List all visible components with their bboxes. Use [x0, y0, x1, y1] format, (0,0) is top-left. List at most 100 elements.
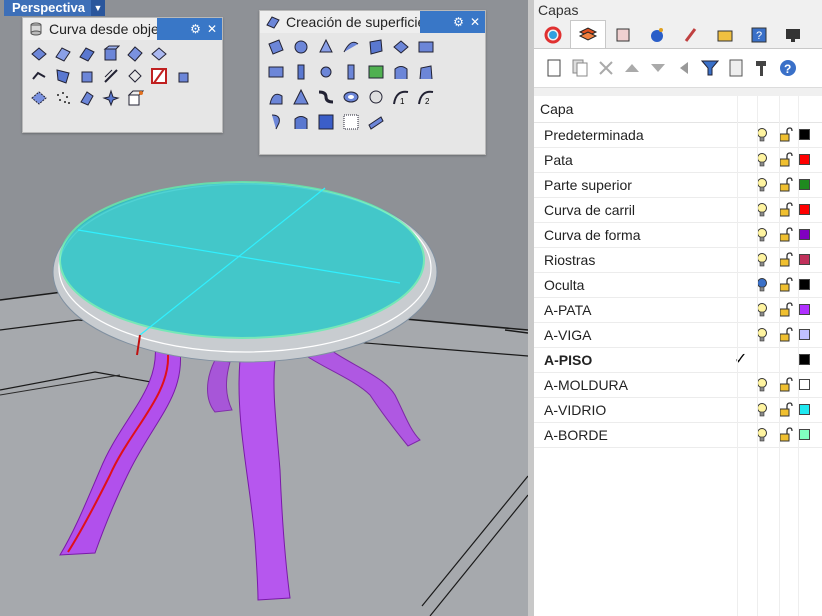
point-surface-icon[interactable] [341, 112, 361, 132]
point-grid-icon[interactable] [29, 88, 49, 108]
unlock-icon[interactable] [779, 252, 793, 268]
hammer-icon[interactable] [752, 58, 772, 78]
unlock-icon[interactable] [779, 177, 793, 193]
svg-text:?: ? [784, 62, 791, 76]
revolve-icon[interactable] [341, 62, 361, 82]
unlock-icon[interactable] [779, 277, 793, 293]
cube-tool-icon[interactable] [125, 88, 145, 108]
layer-color-swatch[interactable] [799, 379, 810, 390]
section-icon[interactable] [125, 66, 145, 86]
blend-icon[interactable] [53, 66, 73, 86]
cone-surface-icon[interactable] [291, 87, 311, 107]
fin-surface-icon[interactable] [291, 112, 311, 132]
toolbar-header[interactable]: Curva desde objetos ⚙ ✕ [23, 18, 222, 40]
filter-icon[interactable] [700, 58, 720, 78]
display-icon[interactable] [776, 22, 810, 48]
rectangle-plane-icon[interactable] [416, 37, 436, 57]
surface-curve-icon[interactable] [125, 44, 145, 64]
current-layer-check-icon[interactable]: ✓ [734, 349, 747, 369]
point-cloud-icon[interactable] [53, 88, 73, 108]
drape-icon[interactable] [366, 87, 386, 107]
close-icon[interactable]: ✕ [207, 23, 217, 35]
layer-color-swatch[interactable] [799, 129, 810, 140]
gradient-surface-icon[interactable] [366, 62, 386, 82]
box-edge-icon[interactable] [101, 44, 121, 64]
document-icon[interactable] [726, 58, 746, 78]
loft-icon[interactable] [316, 62, 336, 82]
copy-layer-icon[interactable] [570, 58, 590, 78]
sweep2-icon[interactable] [416, 62, 436, 82]
sphere-patch-icon[interactable] [291, 37, 311, 57]
unlock-icon[interactable] [779, 227, 793, 243]
properties-icon[interactable] [606, 22, 640, 48]
layer-color-swatch[interactable] [799, 329, 810, 340]
torus-icon[interactable] [341, 87, 361, 107]
sweep-icon[interactable] [391, 62, 411, 82]
toolbar-title: Creación de superficies [286, 14, 433, 30]
render-icon[interactable] [640, 22, 674, 48]
move-up-icon[interactable] [622, 58, 642, 78]
unlock-icon[interactable] [779, 377, 793, 393]
viewport-menu-arrow[interactable]: ▼ [91, 0, 105, 16]
gear-icon[interactable]: ⚙ [453, 16, 464, 28]
blend-surface-2-icon[interactable]: 2 [416, 87, 436, 107]
help-icon[interactable]: ? [778, 58, 798, 78]
layer-color-swatch[interactable] [799, 304, 810, 315]
color-wheel-icon[interactable] [536, 22, 570, 48]
layer-color-swatch[interactable] [799, 354, 810, 365]
heightfield-icon[interactable] [266, 112, 286, 132]
toolbar-header[interactable]: Creación de superficies ⚙ ✕ [260, 11, 485, 33]
layers-icon[interactable] [570, 20, 606, 48]
network-surface-icon[interactable] [316, 37, 336, 57]
layer-color-swatch[interactable] [799, 204, 810, 215]
layer-color-swatch[interactable] [799, 179, 810, 190]
move-down-icon[interactable] [648, 58, 668, 78]
unlock-icon[interactable] [779, 402, 793, 418]
viewport-title[interactable]: Perspectiva ▼ [4, 0, 105, 16]
surface-from-points-icon[interactable] [266, 37, 286, 57]
extrude-icon[interactable] [291, 62, 311, 82]
viewport-label[interactable]: Perspectiva [4, 0, 91, 16]
close-icon[interactable]: ✕ [470, 16, 480, 28]
layer-color-swatch[interactable] [799, 154, 810, 165]
ribbon-icon[interactable] [366, 112, 386, 132]
gear-icon[interactable]: ⚙ [190, 23, 201, 35]
silhouette-icon[interactable] [149, 66, 169, 86]
plane-grid-icon[interactable] [266, 62, 286, 82]
layer-color-swatch[interactable] [799, 429, 810, 440]
small-cube-icon[interactable] [173, 66, 193, 86]
curve-surface-icon[interactable] [316, 87, 336, 107]
new-layer-icon[interactable] [544, 58, 564, 78]
patch-icon[interactable] [391, 37, 411, 57]
unlock-icon[interactable] [779, 302, 793, 318]
unlock-icon[interactable] [779, 152, 793, 168]
rail-revolve-icon[interactable] [266, 87, 286, 107]
flatten-icon[interactable] [77, 88, 97, 108]
planar-surface-icon[interactable] [366, 37, 386, 57]
wireframe-icon[interactable] [149, 44, 169, 64]
extract-isocurve-icon[interactable] [77, 44, 97, 64]
edge-surface-icon[interactable] [341, 37, 361, 57]
unlock-icon[interactable] [779, 327, 793, 343]
delete-icon[interactable] [596, 58, 616, 78]
contour-icon[interactable] [53, 44, 73, 64]
unlock-icon[interactable] [779, 202, 793, 218]
texture-surface-icon[interactable] [316, 112, 336, 132]
blend-surface-icon[interactable]: 1 [391, 87, 411, 107]
unlock-icon[interactable] [779, 127, 793, 143]
layer-color-swatch[interactable] [799, 229, 810, 240]
unlock-icon[interactable] [779, 427, 793, 443]
collapse-icon[interactable] [674, 58, 694, 78]
layer-color-swatch[interactable] [799, 254, 810, 265]
brush-icon[interactable] [674, 22, 708, 48]
star-icon[interactable] [101, 88, 121, 108]
perspective-viewport[interactable]: Perspectiva ▼ Curva desde objetos ⚙ ✕ Cr… [0, 0, 528, 616]
duplicate-border-icon[interactable] [29, 44, 49, 64]
offset-icon[interactable] [29, 66, 49, 86]
layer-color-swatch[interactable] [799, 279, 810, 290]
layer-color-swatch[interactable] [799, 404, 810, 415]
cube-icon[interactable] [77, 66, 97, 86]
project-icon[interactable] [101, 66, 121, 86]
help-icon[interactable]: ? [742, 22, 776, 48]
folder-icon[interactable] [708, 22, 742, 48]
